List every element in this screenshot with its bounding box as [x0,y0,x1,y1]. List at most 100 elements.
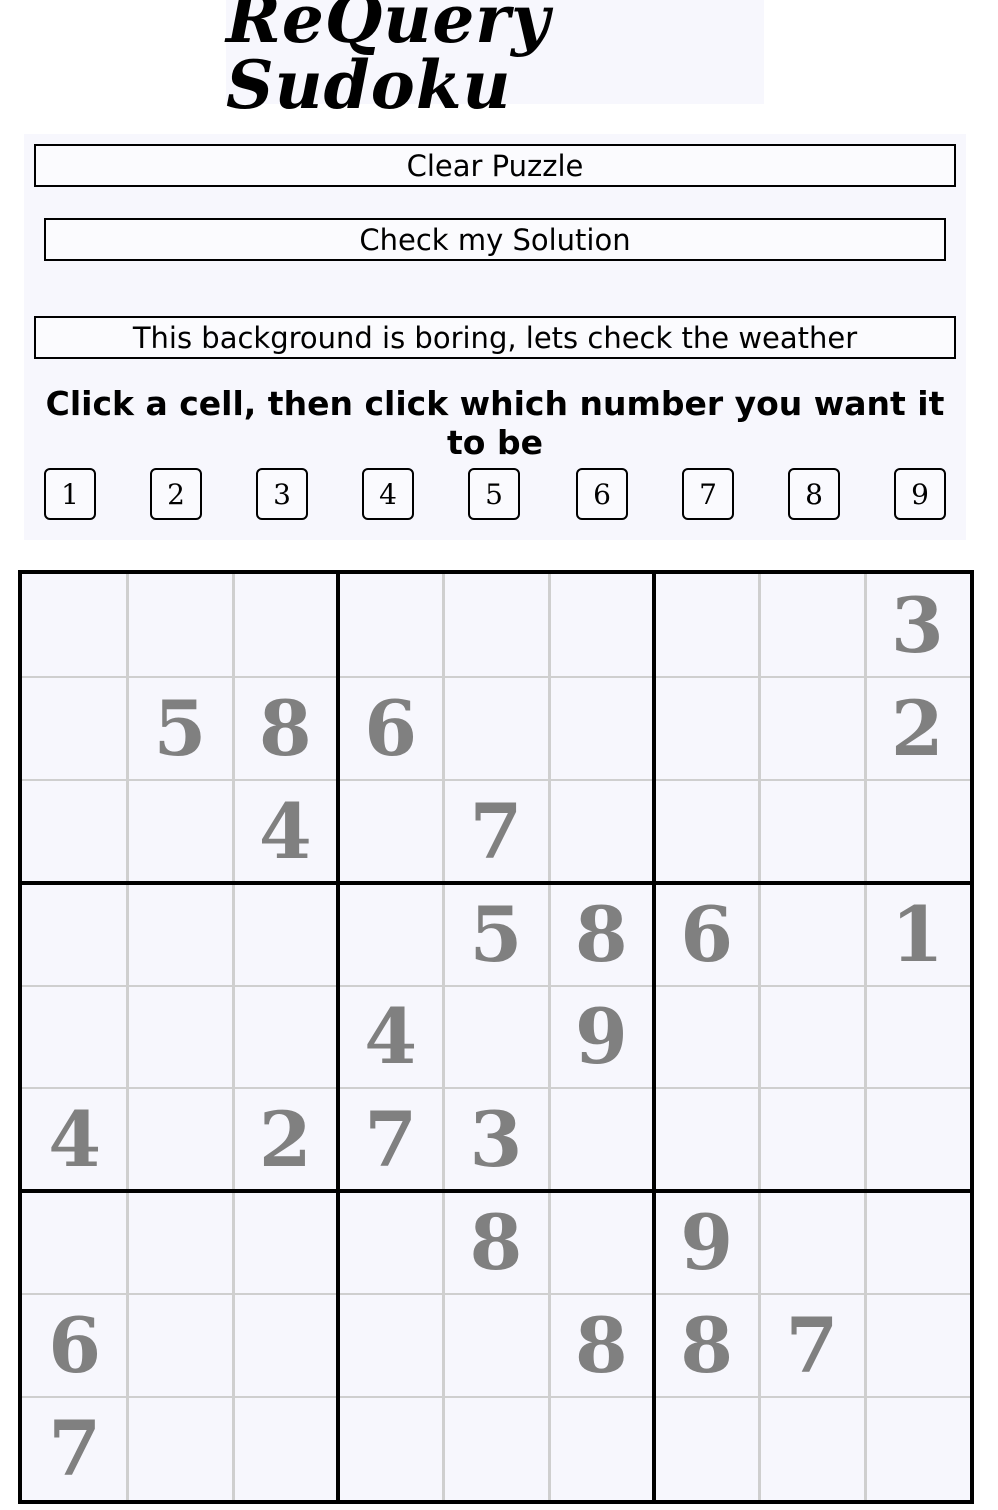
sudoku-cell-r8-c7[interactable]: 8 [654,1294,759,1397]
sudoku-cell-r3-c8[interactable] [759,780,864,883]
sudoku-cell-r3-c2[interactable] [127,780,232,883]
clear-puzzle-button[interactable]: Clear Puzzle [34,144,956,187]
page-title: ReQuery Sudoku [226,0,551,124]
sudoku-cell-r5-c5[interactable] [443,986,548,1089]
sudoku-cell-r7-c4[interactable] [338,1191,443,1294]
sudoku-cell-r8-c4[interactable] [338,1294,443,1397]
sudoku-cell-r4-c3[interactable] [233,883,338,986]
sudoku-cell-r8-c1[interactable]: 6 [22,1294,127,1397]
number-button-3[interactable]: 3 [256,468,308,520]
sudoku-cell-r4-c8[interactable] [759,883,864,986]
number-button-2[interactable]: 2 [150,468,202,520]
box-border-vertical [336,574,340,1500]
sudoku-cell-r1-c7[interactable] [654,574,759,677]
sudoku-cell-r7-c8[interactable] [759,1191,864,1294]
sudoku-cell-r5-c4[interactable]: 4 [338,986,443,1089]
sudoku-cell-r3-c3[interactable]: 4 [233,780,338,883]
sudoku-cell-r5-c3[interactable] [233,986,338,1089]
sudoku-cell-r6-c5[interactable]: 3 [443,1088,548,1191]
weather-background-button[interactable]: This background is boring, lets check th… [34,316,956,359]
sudoku-cell-r4-c6[interactable]: 8 [549,883,654,986]
sudoku-cell-r6-c4[interactable]: 7 [338,1088,443,1191]
sudoku-cell-r8-c8[interactable]: 7 [759,1294,864,1397]
sudoku-cell-r9-c6[interactable] [549,1397,654,1500]
sudoku-cell-r6-c9[interactable] [865,1088,970,1191]
sudoku-cell-r5-c7[interactable] [654,986,759,1089]
number-button-6[interactable]: 6 [576,468,628,520]
sudoku-cell-r2-c6[interactable] [549,677,654,780]
sudoku-cell-r8-c3[interactable] [233,1294,338,1397]
title-banner: ReQuery Sudoku [226,0,764,118]
sudoku-cell-r2-c2[interactable]: 5 [127,677,232,780]
sudoku-cell-r9-c2[interactable] [127,1397,232,1500]
sudoku-cell-r5-c6[interactable]: 9 [549,986,654,1089]
sudoku-cell-r1-c9[interactable]: 3 [865,574,970,677]
sudoku-cell-r8-c9[interactable] [865,1294,970,1397]
sudoku-cell-r7-c2[interactable] [127,1191,232,1294]
number-button-8[interactable]: 8 [788,468,840,520]
sudoku-cell-r5-c2[interactable] [127,986,232,1089]
sudoku-cell-r6-c8[interactable] [759,1088,864,1191]
sudoku-cell-r2-c4[interactable]: 6 [338,677,443,780]
check-solution-button[interactable]: Check my Solution [44,218,946,261]
controls-panel: Clear Puzzle Check my Solution This back… [24,134,966,540]
sudoku-cell-r6-c2[interactable] [127,1088,232,1191]
sudoku-cell-r6-c1[interactable]: 4 [22,1088,127,1191]
number-button-1[interactable]: 1 [44,468,96,520]
sudoku-cell-r2-c3[interactable]: 8 [233,677,338,780]
sudoku-cell-r9-c5[interactable] [443,1397,548,1500]
sudoku-cell-r4-c9[interactable]: 1 [865,883,970,986]
sudoku-cell-r4-c1[interactable] [22,883,127,986]
instruction-text: Click a cell, then click which number yo… [45,384,945,462]
sudoku-cell-r3-c7[interactable] [654,780,759,883]
sudoku-cell-r1-c3[interactable] [233,574,338,677]
sudoku-cell-r1-c8[interactable] [759,574,864,677]
sudoku-cell-r1-c1[interactable] [22,574,127,677]
sudoku-cell-r4-c2[interactable] [127,883,232,986]
sudoku-cell-r1-c6[interactable] [549,574,654,677]
sudoku-cell-r5-c8[interactable] [759,986,864,1089]
number-button-9[interactable]: 9 [894,468,946,520]
sudoku-cell-r2-c8[interactable] [759,677,864,780]
number-button-4[interactable]: 4 [362,468,414,520]
sudoku-cell-r3-c4[interactable] [338,780,443,883]
sudoku-cell-r2-c7[interactable] [654,677,759,780]
sudoku-cell-r2-c9[interactable]: 2 [865,677,970,780]
sudoku-cell-r4-c5[interactable]: 5 [443,883,548,986]
sudoku-cell-r9-c4[interactable] [338,1397,443,1500]
sudoku-cell-r6-c6[interactable] [549,1088,654,1191]
sudoku-cell-r1-c2[interactable] [127,574,232,677]
sudoku-cell-r4-c4[interactable] [338,883,443,986]
sudoku-cell-r7-c9[interactable] [865,1191,970,1294]
sudoku-cell-r5-c1[interactable] [22,986,127,1089]
sudoku-cell-r1-c5[interactable] [443,574,548,677]
sudoku-cell-r8-c6[interactable]: 8 [549,1294,654,1397]
sudoku-cell-r4-c7[interactable]: 6 [654,883,759,986]
sudoku-cell-r7-c6[interactable] [549,1191,654,1294]
sudoku-cell-r9-c9[interactable] [865,1397,970,1500]
sudoku-cell-r3-c1[interactable] [22,780,127,883]
sudoku-cell-r9-c1[interactable]: 7 [22,1397,127,1500]
sudoku-cell-r7-c3[interactable] [233,1191,338,1294]
sudoku-cell-r8-c5[interactable] [443,1294,548,1397]
box-border-horizontal [22,881,970,885]
sudoku-cell-r9-c8[interactable] [759,1397,864,1500]
sudoku-cell-r2-c5[interactable] [443,677,548,780]
number-button-5[interactable]: 5 [468,468,520,520]
sudoku-cell-r7-c5[interactable]: 8 [443,1191,548,1294]
sudoku-cell-r3-c5[interactable]: 7 [443,780,548,883]
sudoku-cell-r1-c4[interactable] [338,574,443,677]
sudoku-board: 358624758614942738968877 [18,570,974,1504]
sudoku-cell-r6-c3[interactable]: 2 [233,1088,338,1191]
sudoku-cell-r3-c6[interactable] [549,780,654,883]
sudoku-cell-r9-c7[interactable] [654,1397,759,1500]
sudoku-cell-r6-c7[interactable] [654,1088,759,1191]
sudoku-cell-r3-c9[interactable] [865,780,970,883]
number-button-7[interactable]: 7 [682,468,734,520]
sudoku-cell-r9-c3[interactable] [233,1397,338,1500]
sudoku-cell-r2-c1[interactable] [22,677,127,780]
sudoku-cell-r7-c1[interactable] [22,1191,127,1294]
sudoku-cell-r7-c7[interactable]: 9 [654,1191,759,1294]
sudoku-cell-r5-c9[interactable] [865,986,970,1089]
sudoku-cell-r8-c2[interactable] [127,1294,232,1397]
